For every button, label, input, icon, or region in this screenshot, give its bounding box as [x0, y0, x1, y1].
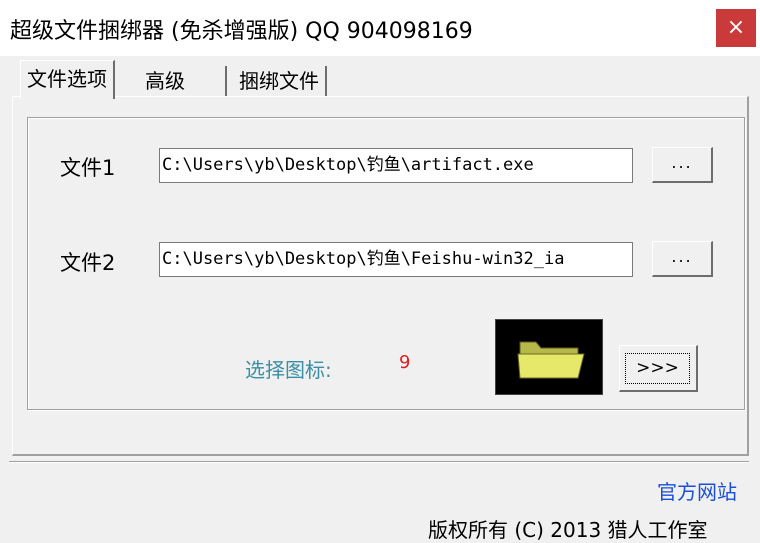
file2-browse-button[interactable]: ... [652, 241, 713, 277]
tab-advanced[interactable]: 高级 [139, 66, 227, 96]
file1-browse-button[interactable]: ... [652, 147, 713, 183]
file1-path-input[interactable]: C:\Users\yb\Desktop\钓鱼\artifact.exe [159, 148, 633, 183]
footer-separator [9, 461, 749, 463]
window-title: 超级文件捆绑器 (免杀增强版) QQ 904098169 [10, 19, 473, 44]
icon-preview[interactable] [495, 319, 603, 395]
tab-file-options[interactable]: 文件选项 [20, 60, 115, 99]
select-icon-label: 选择图标: [245, 358, 332, 382]
tab-bind-files[interactable]: 捆绑文件 [233, 66, 327, 96]
icon-count: 9 [399, 352, 411, 373]
file2-label: 文件2 [60, 251, 116, 275]
file1-label: 文件1 [60, 156, 116, 180]
close-button[interactable]: × [716, 9, 756, 47]
title-bar: 超级文件捆绑器 (免杀增强版) QQ 904098169 × [0, 0, 760, 56]
next-icon-button-label: >>> [625, 353, 690, 384]
official-site-link[interactable]: 官方网站 [657, 476, 737, 505]
next-icon-button[interactable]: >>> [619, 345, 698, 392]
copyright-text: 版权所有 (C) 2013 猎人工作室 [428, 518, 708, 542]
folder-icon [517, 341, 585, 379]
file2-path-input[interactable]: C:\Users\yb\Desktop\钓鱼\Feishu-win32_ia [159, 242, 633, 277]
